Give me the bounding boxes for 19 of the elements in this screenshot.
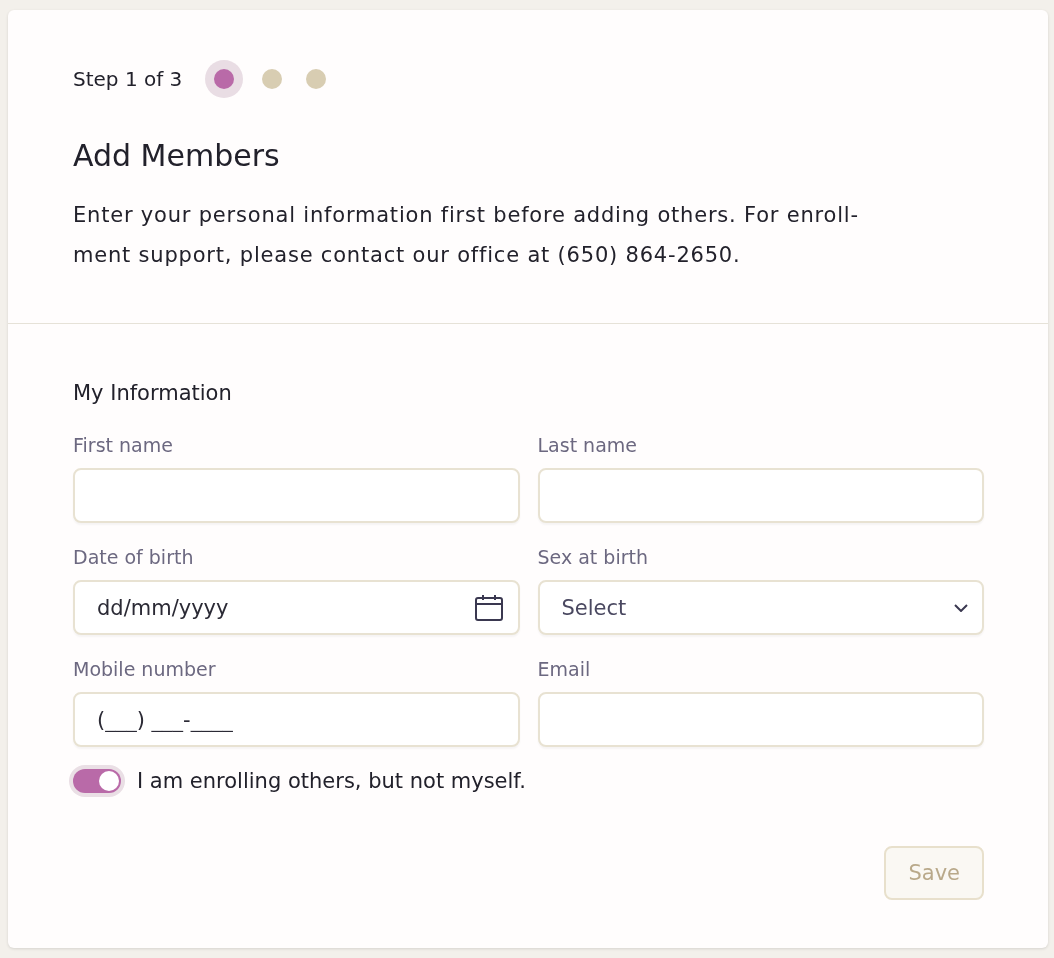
text-field[interactable]	[73, 468, 520, 523]
text-field[interactable]: (___) ___-____	[73, 692, 520, 747]
text-field[interactable]	[537, 692, 984, 747]
description-text: Enter your personal information first before adding others. For enroll-ment support, please contact our office at (650) 864-2650.	[73, 202, 860, 269]
toggle-label: I am enrolling others, but not myself.	[137, 769, 526, 793]
date-field[interactable]: dd/mm/yyyy	[73, 580, 520, 635]
field-label: Date of birth	[73, 546, 195, 568]
field-label: Email	[537, 658, 592, 680]
text-field[interactable]	[537, 468, 984, 523]
field-label: Sex at birth	[537, 546, 649, 568]
field-label: First name	[73, 434, 174, 456]
chevron-down-icon	[954, 603, 968, 612]
step-label: Step 1 of 3	[73, 67, 183, 91]
page-title: Add Members	[73, 138, 281, 173]
section-title: My Information	[73, 381, 233, 405]
calendar-icon[interactable]	[473, 593, 504, 622]
field-label: Mobile number	[73, 658, 217, 680]
select-dropdown[interactable]: Select	[537, 580, 984, 635]
field-label: Last name	[537, 434, 638, 456]
